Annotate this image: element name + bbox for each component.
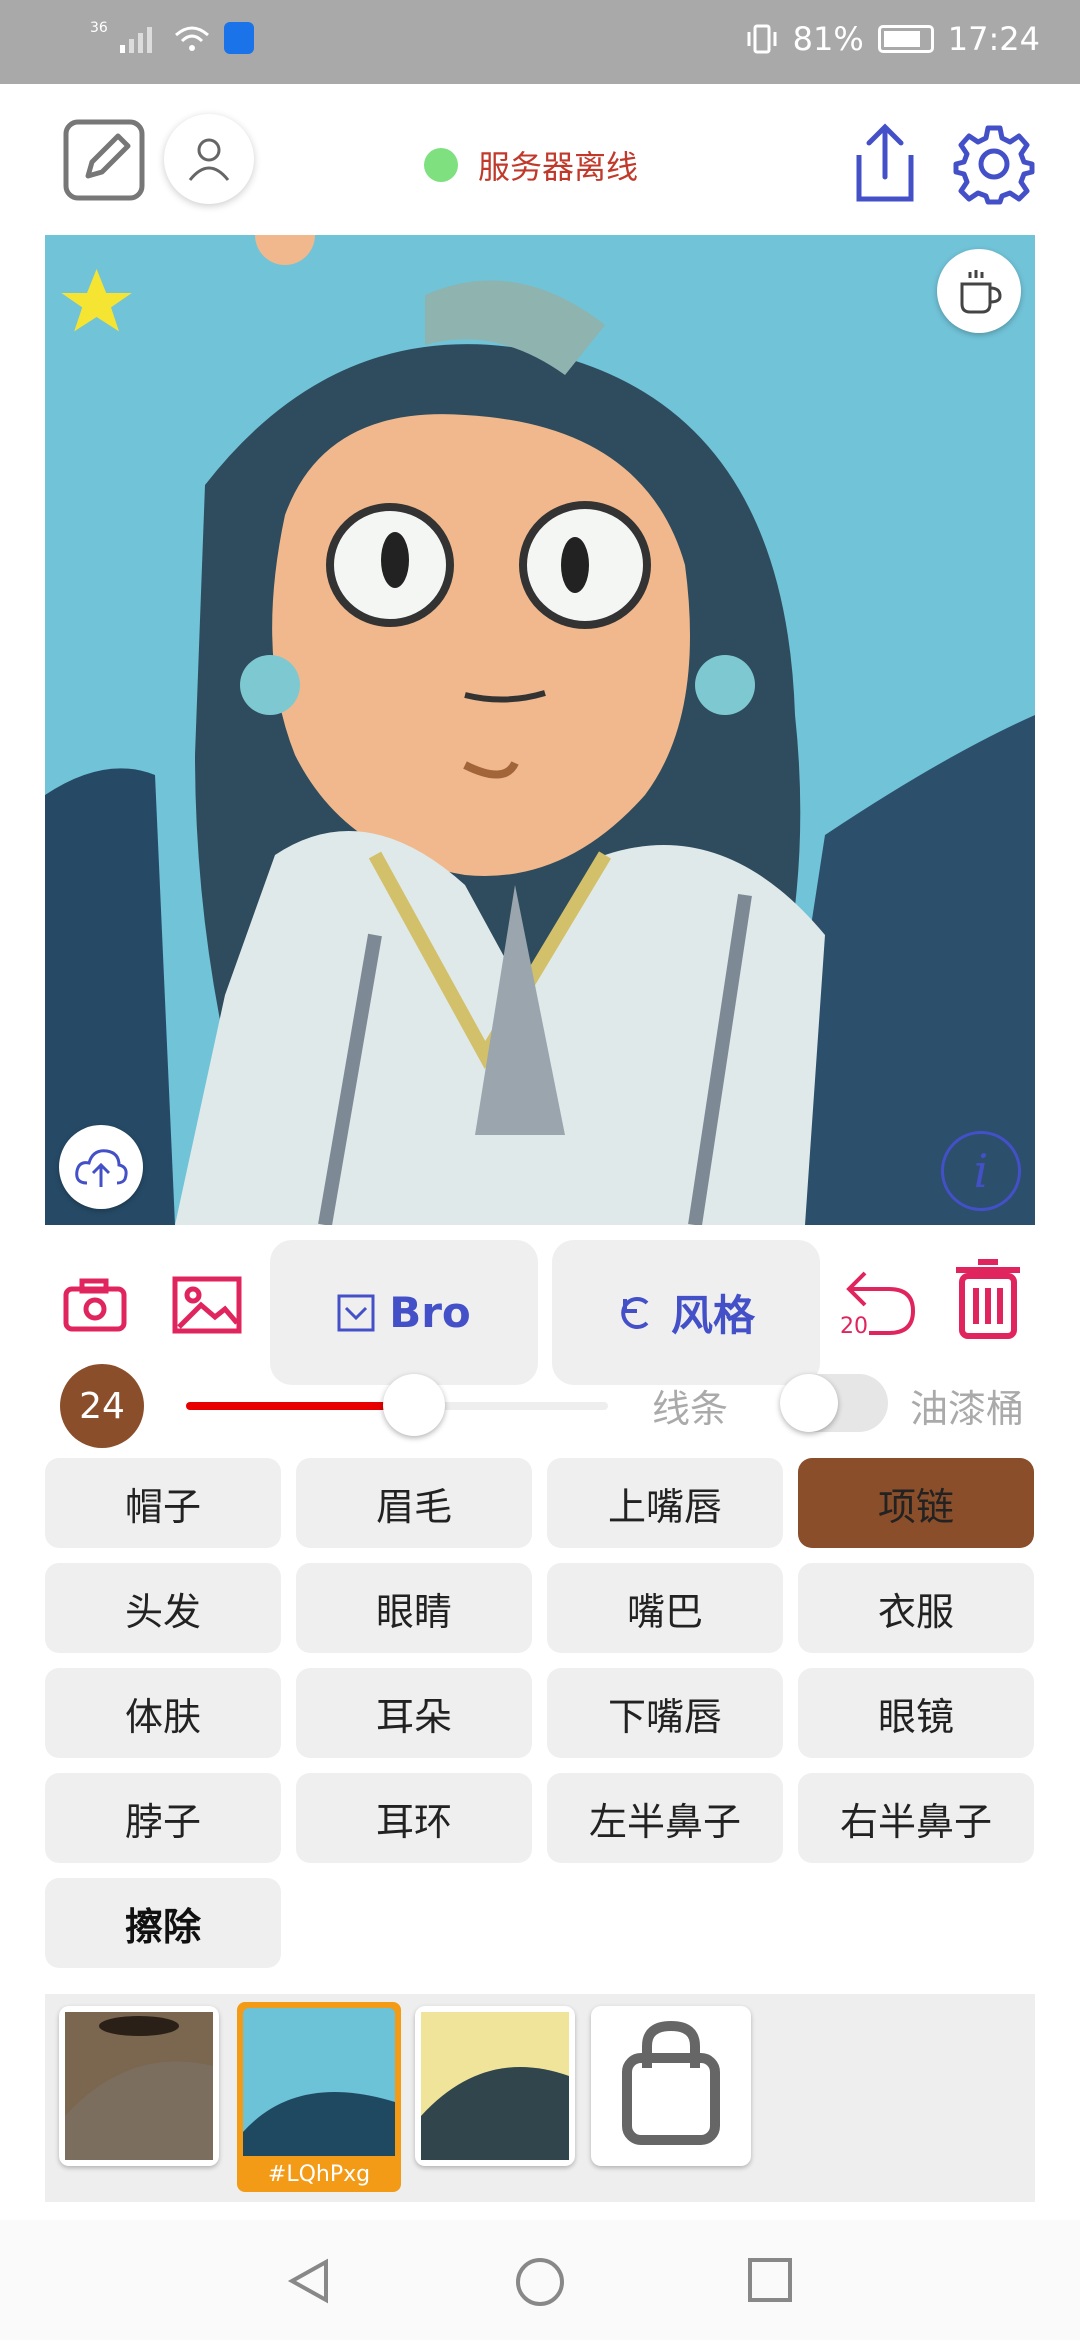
brush-size-badge: 24 bbox=[60, 1364, 144, 1448]
swatch-tag: #LQhPxg bbox=[267, 2162, 371, 2187]
server-status-text: 服务器离线 bbox=[478, 148, 639, 186]
part-button[interactable]: 眼镜 bbox=[798, 1668, 1034, 1758]
brush-size-slider[interactable] bbox=[186, 1374, 608, 1436]
part-button[interactable]: 右半鼻子 bbox=[798, 1773, 1034, 1863]
vibrate-icon bbox=[747, 24, 777, 54]
toggle-knob bbox=[780, 1374, 838, 1432]
part-button[interactable]: 耳环 bbox=[296, 1773, 532, 1863]
home-circle-icon bbox=[516, 2258, 564, 2306]
gallery-button[interactable] bbox=[170, 1270, 244, 1340]
part-button[interactable]: 帽子 bbox=[45, 1458, 281, 1548]
shopping-bag-icon bbox=[622, 2020, 720, 2145]
camera-button[interactable] bbox=[60, 1270, 130, 1340]
wifi-icon bbox=[174, 26, 209, 51]
share-icon bbox=[856, 123, 914, 202]
part-button[interactable]: 项链 bbox=[798, 1458, 1034, 1548]
paint-bucket-toggle[interactable] bbox=[780, 1374, 888, 1432]
battery-percent: 81% bbox=[792, 20, 864, 58]
brush-controls: 24 线条 油漆桶 bbox=[0, 1360, 1080, 1450]
part-button[interactable]: 眼睛 bbox=[296, 1563, 532, 1653]
slider-thumb[interactable] bbox=[382, 1374, 445, 1436]
font-select-label: Bro bbox=[389, 1288, 471, 1337]
swatch-preview bbox=[421, 2012, 569, 2160]
share-button[interactable] bbox=[848, 120, 922, 206]
parts-panel: 帽子 眉毛 上嘴唇 项链头发 眼睛 嘴巴 衣服体肤 耳朵 下嘴唇 眼镜脖子 耳环 左半鼻子 右半鼻子擦除 bbox=[45, 1458, 1035, 1968]
palette-swatch-selected[interactable]: #LQhPxg bbox=[237, 2002, 401, 2192]
network-type: 36 bbox=[90, 20, 108, 36]
delete-button[interactable] bbox=[948, 1254, 1028, 1344]
undo-count: 20 bbox=[840, 1314, 868, 1339]
part-button[interactable]: 左半鼻子 bbox=[547, 1773, 783, 1863]
style-label: 风格 bbox=[670, 1291, 755, 1340]
paint-bucket-label: 油漆桶 bbox=[910, 1387, 1025, 1431]
part-button[interactable]: 擦除 bbox=[45, 1878, 281, 1968]
navigation-bar bbox=[0, 2220, 1080, 2340]
part-button[interactable]: 体肤 bbox=[45, 1668, 281, 1758]
part-button[interactable]: 嘴巴 bbox=[547, 1563, 783, 1653]
shop-button[interactable] bbox=[591, 2006, 751, 2166]
image-icon bbox=[172, 1276, 242, 1334]
coffee-button[interactable] bbox=[937, 249, 1021, 333]
portrait-canvas[interactable]: i bbox=[45, 235, 1035, 1225]
account-button[interactable] bbox=[164, 114, 254, 204]
part-button[interactable]: 眉毛 bbox=[296, 1458, 532, 1548]
top-bar: 服务器离线 bbox=[0, 84, 1080, 234]
lines-label: 线条 bbox=[652, 1387, 729, 1431]
coffee-cup-icon bbox=[960, 270, 1002, 314]
slider-fill bbox=[186, 1402, 414, 1410]
recents-button[interactable] bbox=[746, 2256, 794, 2308]
part-button[interactable]: 脖子 bbox=[45, 1773, 281, 1863]
dropdown-box-icon bbox=[337, 1294, 375, 1331]
clock: 17:24 bbox=[947, 20, 1040, 58]
part-button[interactable]: 下嘴唇 bbox=[547, 1668, 783, 1758]
trash-icon bbox=[956, 1259, 1020, 1339]
recents-square-icon bbox=[748, 2258, 792, 2302]
palette-swatch[interactable] bbox=[59, 2006, 219, 2166]
settings-button[interactable] bbox=[952, 122, 1036, 206]
portrait-drawing bbox=[45, 235, 1035, 1225]
server-status: 服务器离线 bbox=[424, 142, 638, 188]
cloud-upload-icon bbox=[75, 1149, 128, 1187]
part-button[interactable]: 上嘴唇 bbox=[547, 1458, 783, 1548]
edit-icon bbox=[63, 119, 145, 201]
upload-button[interactable] bbox=[59, 1125, 143, 1209]
swatch-preview bbox=[65, 2012, 213, 2160]
gear-icon bbox=[953, 125, 1035, 205]
info-icon: i bbox=[973, 1144, 989, 1198]
refresh-icon bbox=[621, 1296, 649, 1329]
battery-icon bbox=[877, 25, 934, 53]
user-icon bbox=[188, 138, 230, 181]
palette-strip: #LQhPxg bbox=[45, 1994, 1035, 2202]
undo-button[interactable]: 20 bbox=[836, 1250, 922, 1350]
part-button[interactable]: 耳朵 bbox=[296, 1668, 532, 1758]
edit-button[interactable] bbox=[62, 118, 146, 202]
camera-icon bbox=[63, 1278, 127, 1332]
swatch-preview bbox=[243, 2008, 395, 2156]
info-button[interactable]: i bbox=[941, 1131, 1021, 1211]
back-triangle-icon bbox=[287, 2258, 328, 2304]
parts-grid: 帽子 眉毛 上嘴唇 项链头发 眼睛 嘴巴 衣服体肤 耳朵 下嘴唇 眼镜脖子 耳环 左半鼻子 右半鼻子擦除 bbox=[45, 1458, 1035, 1968]
security-shield-icon bbox=[223, 22, 254, 54]
part-button[interactable]: 衣服 bbox=[798, 1563, 1034, 1653]
palette-swatch[interactable] bbox=[415, 2006, 575, 2166]
status-bar: 36 81% 17:24 bbox=[0, 0, 1080, 84]
part-button[interactable]: 头发 bbox=[45, 1563, 281, 1653]
back-button[interactable] bbox=[284, 2256, 334, 2310]
signal-icon bbox=[119, 27, 152, 53]
status-dot bbox=[424, 148, 458, 182]
home-button[interactable] bbox=[514, 2256, 566, 2312]
